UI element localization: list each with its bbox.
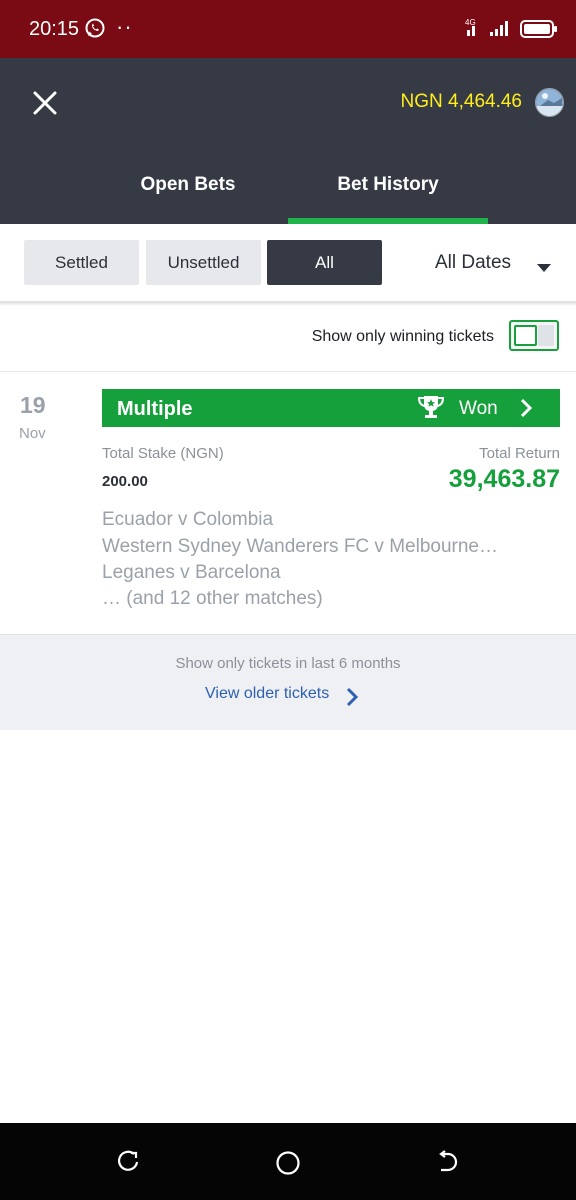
toggle-track xyxy=(538,325,554,346)
date-filter-select[interactable]: All Dates xyxy=(435,252,511,274)
recent-apps-icon[interactable] xyxy=(116,1150,140,1179)
chevron-right-icon[interactable] xyxy=(345,686,359,713)
caret-down-icon[interactable] xyxy=(536,260,552,278)
tab-open-bets[interactable]: Open Bets xyxy=(88,174,288,196)
svg-text:4G: 4G xyxy=(465,18,476,27)
ticket-type: Multiple xyxy=(117,398,193,420)
back-icon[interactable] xyxy=(436,1150,460,1179)
total-stake-value: 200.00 xyxy=(102,473,148,490)
view-older-tickets-link[interactable]: View older tickets xyxy=(205,685,329,703)
chevron-right-icon[interactable] xyxy=(519,398,533,423)
filter-settled-button[interactable]: Settled xyxy=(24,240,139,285)
match-item: Ecuador v Colombia xyxy=(102,509,274,530)
older-tickets-note: Show only tickets in last 6 months xyxy=(175,655,401,672)
trophy-icon xyxy=(416,394,446,425)
avatar[interactable] xyxy=(535,88,564,117)
ticket-header[interactable]: Multiple Won xyxy=(102,389,560,427)
winning-tickets-toggle[interactable] xyxy=(509,320,559,351)
ticket-date-month: Nov xyxy=(19,425,46,442)
total-stake-label: Total Stake (NGN) xyxy=(102,445,224,462)
winning-toggle-row: Show only winning tickets xyxy=(0,306,576,372)
close-icon[interactable] xyxy=(30,88,60,118)
system-nav-bar xyxy=(0,1123,576,1200)
notification-dots: ·· xyxy=(116,14,133,39)
more-matches-text: … (and 12 other matches) xyxy=(102,588,323,609)
app-header: NGN 4,464.46 Open Bets Bet History xyxy=(0,58,576,224)
home-icon[interactable] xyxy=(275,1150,301,1181)
match-item: Western Sydney Wanderers FC v Melbourne… xyxy=(102,536,498,557)
battery-icon xyxy=(520,19,558,44)
total-return-value: 39,463.87 xyxy=(448,465,560,493)
whatsapp-icon xyxy=(84,17,106,44)
filter-bar: Settled Unsettled All All Dates xyxy=(0,224,576,302)
ticket-status: Won xyxy=(459,398,498,419)
match-item: Leganes v Barcelona xyxy=(102,562,281,583)
account-balance: NGN 4,464.46 xyxy=(400,91,522,112)
filter-all-button[interactable]: All xyxy=(267,240,382,285)
winning-toggle-label: Show only winning tickets xyxy=(311,328,494,345)
total-return-label: Total Return xyxy=(479,445,560,462)
toggle-knob xyxy=(514,325,537,346)
signal-icon: 4G xyxy=(463,16,513,45)
ticket-date-day: 19 xyxy=(20,392,46,418)
older-tickets-panel: Show only tickets in last 6 months View … xyxy=(0,634,576,730)
tab-bet-history[interactable]: Bet History xyxy=(288,174,488,196)
status-time: 20:15 xyxy=(29,18,80,40)
status-bar: 20:15 ·· 4G xyxy=(0,0,576,58)
filter-unsettled-button[interactable]: Unsettled xyxy=(146,240,261,285)
